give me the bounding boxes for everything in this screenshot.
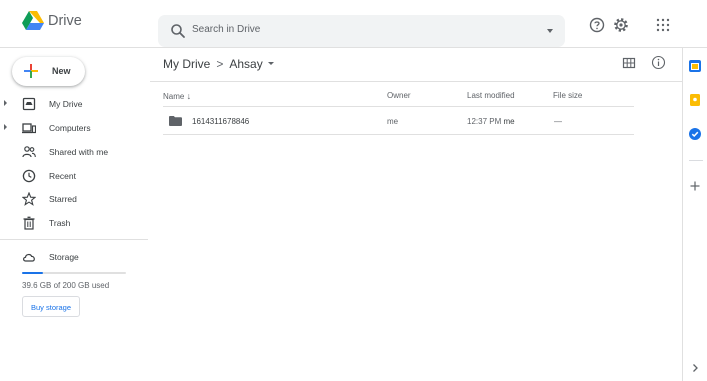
table-header-divider — [163, 106, 634, 107]
column-header-name[interactable]: Name ↓ — [163, 91, 191, 101]
folder-menu-caret-icon[interactable] — [267, 62, 274, 66]
sidebar-item-shared-with-me[interactable]: Shared with me — [0, 141, 150, 163]
sidebar-item-label: Shared with me — [49, 147, 109, 157]
file-size: — — [554, 117, 562, 126]
sidebar-item-starred[interactable]: Starred — [0, 188, 150, 210]
sidebar-item-recent[interactable]: Recent — [0, 165, 150, 187]
expand-arrow-icon[interactable] — [4, 124, 7, 130]
new-button-label: New — [52, 66, 71, 76]
folder-icon — [169, 116, 182, 126]
column-header-owner: Owner — [387, 91, 411, 100]
my-drive-icon — [22, 97, 36, 111]
add-addon-plus-icon[interactable] — [689, 180, 701, 192]
sidebar-item-label: Trash — [49, 218, 71, 228]
plus-icon — [24, 64, 38, 78]
column-header-file-size: File size — [553, 91, 583, 100]
clock-icon — [22, 169, 36, 183]
drive-logo-icon[interactable] — [22, 11, 44, 31]
sidebar-item-trash[interactable]: Trash — [0, 212, 150, 234]
sidebar-divider — [0, 239, 148, 240]
file-name[interactable]: 1614311678846 — [192, 117, 249, 126]
sidebar-item-label: My Drive — [49, 99, 83, 109]
breadcrumb-my-drive[interactable]: My Drive — [163, 57, 210, 71]
sidebar-item-label: Storage — [49, 252, 79, 262]
trash-icon — [23, 216, 35, 230]
breadcrumb-current-folder[interactable]: Ahsay — [229, 57, 262, 71]
sidebar-item-computers[interactable]: Computers — [0, 117, 150, 139]
breadcrumb: My Drive > Ahsay — [163, 56, 274, 71]
grid-view-icon[interactable] — [622, 56, 636, 70]
expand-panel-chevron-icon[interactable] — [689, 362, 701, 374]
sidebar-item-label: Starred — [49, 194, 77, 204]
main-header-divider — [150, 81, 682, 82]
tasks-icon[interactable] — [689, 128, 701, 140]
storage-progress-bar — [22, 272, 126, 274]
expand-arrow-icon[interactable] — [4, 100, 7, 106]
column-header-last-modified[interactable]: Last modified — [467, 91, 515, 100]
help-icon[interactable] — [588, 16, 606, 34]
keep-icon[interactable] — [689, 94, 701, 106]
buy-storage-button[interactable]: Buy storage — [22, 296, 80, 317]
sidebar-item-storage[interactable]: Storage — [0, 246, 150, 268]
sidebar-item-label: Recent — [49, 171, 76, 181]
buy-storage-label: Buy storage — [30, 303, 72, 312]
info-icon[interactable] — [651, 55, 666, 70]
computers-icon — [22, 123, 36, 134]
shared-icon — [22, 146, 36, 158]
new-button[interactable]: New — [12, 57, 85, 86]
file-owner: me — [387, 117, 399, 126]
sort-down-arrow-icon[interactable]: ↓ — [187, 91, 192, 101]
search-input[interactable]: Search in Drive — [192, 24, 260, 35]
file-modified: 12:37 PM me — [467, 117, 515, 126]
row-divider — [163, 134, 634, 135]
storage-progress-fill — [22, 272, 43, 274]
app-name[interactable]: Drive — [48, 13, 82, 29]
side-panel-divider — [689, 160, 703, 161]
apps-grid-icon[interactable] — [654, 16, 672, 34]
storage-used-text: 39.6 GB of 200 GB used — [22, 281, 110, 290]
breadcrumb-separator: > — [216, 56, 224, 71]
search-options-icon[interactable] — [547, 29, 553, 33]
sidebar-item-label: Computers — [49, 123, 91, 133]
top-bar: Drive Search in Drive — [0, 0, 707, 48]
sidebar-item-my-drive[interactable]: My Drive — [0, 93, 150, 115]
search-icon[interactable] — [170, 23, 186, 39]
star-icon — [22, 192, 36, 206]
cloud-icon — [23, 253, 35, 262]
search-bar[interactable]: Search in Drive — [158, 15, 565, 47]
side-panel — [682, 48, 707, 381]
settings-gear-icon[interactable] — [612, 16, 630, 34]
calendar-icon[interactable] — [689, 60, 701, 72]
